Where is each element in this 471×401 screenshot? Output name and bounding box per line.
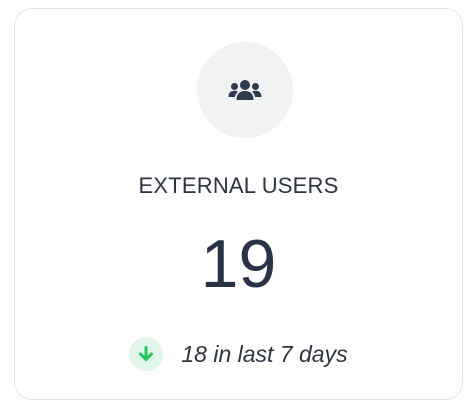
external-users-card: EXTERNAL USERS 19 18 in last 7 days xyxy=(14,8,463,400)
users-icon xyxy=(228,78,262,102)
user-count-value: 19 xyxy=(200,226,277,302)
trend-row: 18 in last 7 days xyxy=(15,337,462,371)
card-title: EXTERNAL USERS xyxy=(138,173,339,198)
trend-text: 18 in last 7 days xyxy=(181,340,348,367)
users-icon-circle xyxy=(197,42,293,138)
arrow-down-icon xyxy=(129,337,164,371)
